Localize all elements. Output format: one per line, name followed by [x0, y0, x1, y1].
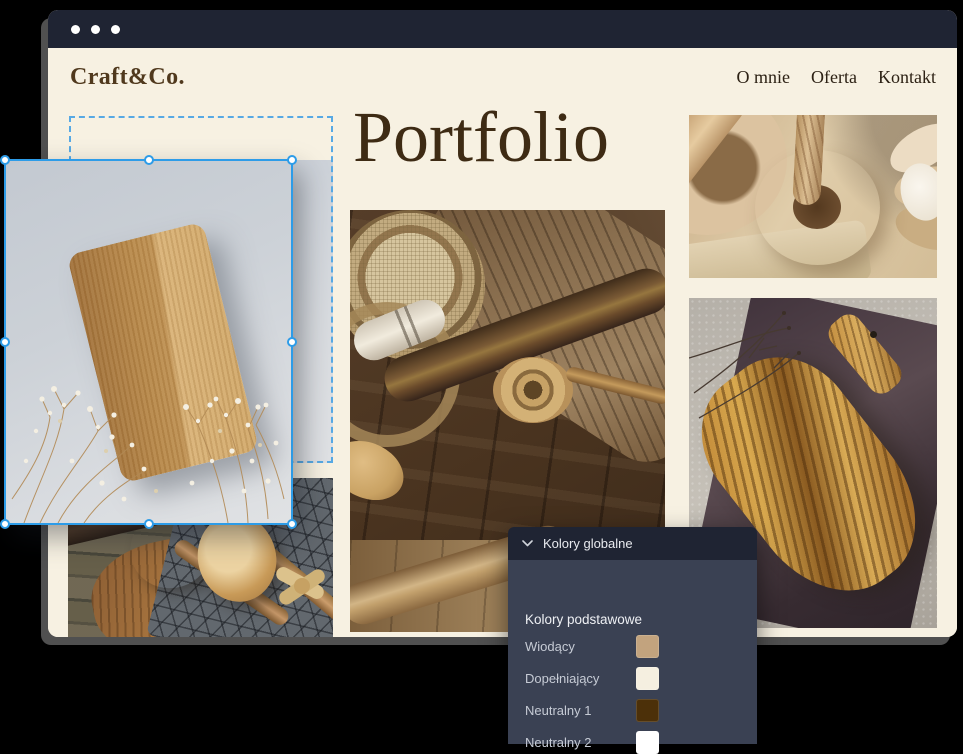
color-swatch-dopelniajacy[interactable] [636, 667, 659, 690]
panel-title: Kolory globalne [543, 536, 633, 551]
color-row-wiodacy: Wiodący [525, 635, 743, 658]
window-control-dot-1[interactable] [71, 25, 80, 34]
resize-handle-bottom-left[interactable] [0, 519, 10, 529]
color-row-dopelniajacy: Dopełniający [525, 667, 743, 690]
photo-wooden-mortars[interactable] [689, 115, 937, 278]
site-logo[interactable]: Craft&Co. [70, 64, 185, 91]
panel-section-title: Kolory podstawowe [525, 612, 642, 627]
resize-handle-middle-right[interactable] [287, 337, 297, 347]
nav-link-kontakt[interactable]: Kontakt [878, 67, 936, 88]
color-swatch-wiodacy[interactable] [636, 635, 659, 658]
window-control-dot-2[interactable] [91, 25, 100, 34]
browser-titlebar [48, 10, 957, 48]
photo-cutting-board-selected[interactable] [4, 159, 293, 525]
panel-header[interactable]: Kolory globalne [508, 527, 757, 560]
window-control-dot-3[interactable] [111, 25, 120, 34]
chevron-down-icon [522, 540, 533, 547]
color-swatch-neutralny-1[interactable] [636, 699, 659, 722]
portfolio-heading[interactable]: Portfolio [353, 98, 609, 177]
resize-handle-top-left[interactable] [0, 155, 10, 165]
nav-link-oferta[interactable]: Oferta [811, 67, 857, 88]
resize-handle-top-right[interactable] [287, 155, 297, 165]
nav-link-o-mnie[interactable]: O mnie [737, 67, 791, 88]
resize-handle-middle-left[interactable] [0, 337, 10, 347]
global-colors-panel: Kolory globalne Kolory podstawowe Wiodąc… [508, 527, 757, 744]
color-label-dopelniajacy: Dopełniający [525, 671, 599, 686]
color-row-neutralny-1: Neutralny 1 [525, 699, 743, 722]
site-nav: O mnie Oferta Kontakt [737, 67, 936, 88]
gypsophila-flowers-shape [6, 161, 291, 523]
resize-handle-top-middle[interactable] [144, 155, 154, 165]
resize-handle-bottom-right[interactable] [287, 519, 297, 529]
color-row-neutralny-2: Neutralny 2 [525, 731, 743, 754]
color-swatch-neutralny-2[interactable] [636, 731, 659, 754]
color-label-neutralny-1: Neutralny 1 [525, 703, 591, 718]
color-label-neutralny-2: Neutralny 2 [525, 735, 591, 750]
ladle-shape [493, 357, 573, 423]
editor-canvas: { "window": { "traffic_light_count": 3 }… [0, 0, 963, 744]
resize-handle-bottom-middle[interactable] [144, 519, 154, 529]
pestle-shape [792, 115, 826, 206]
color-label-wiodacy: Wiodący [525, 639, 575, 654]
panel-body: Kolory podstawowe Wiodący Dopełniający N… [508, 560, 757, 744]
raffia-bow-shape [294, 578, 310, 594]
